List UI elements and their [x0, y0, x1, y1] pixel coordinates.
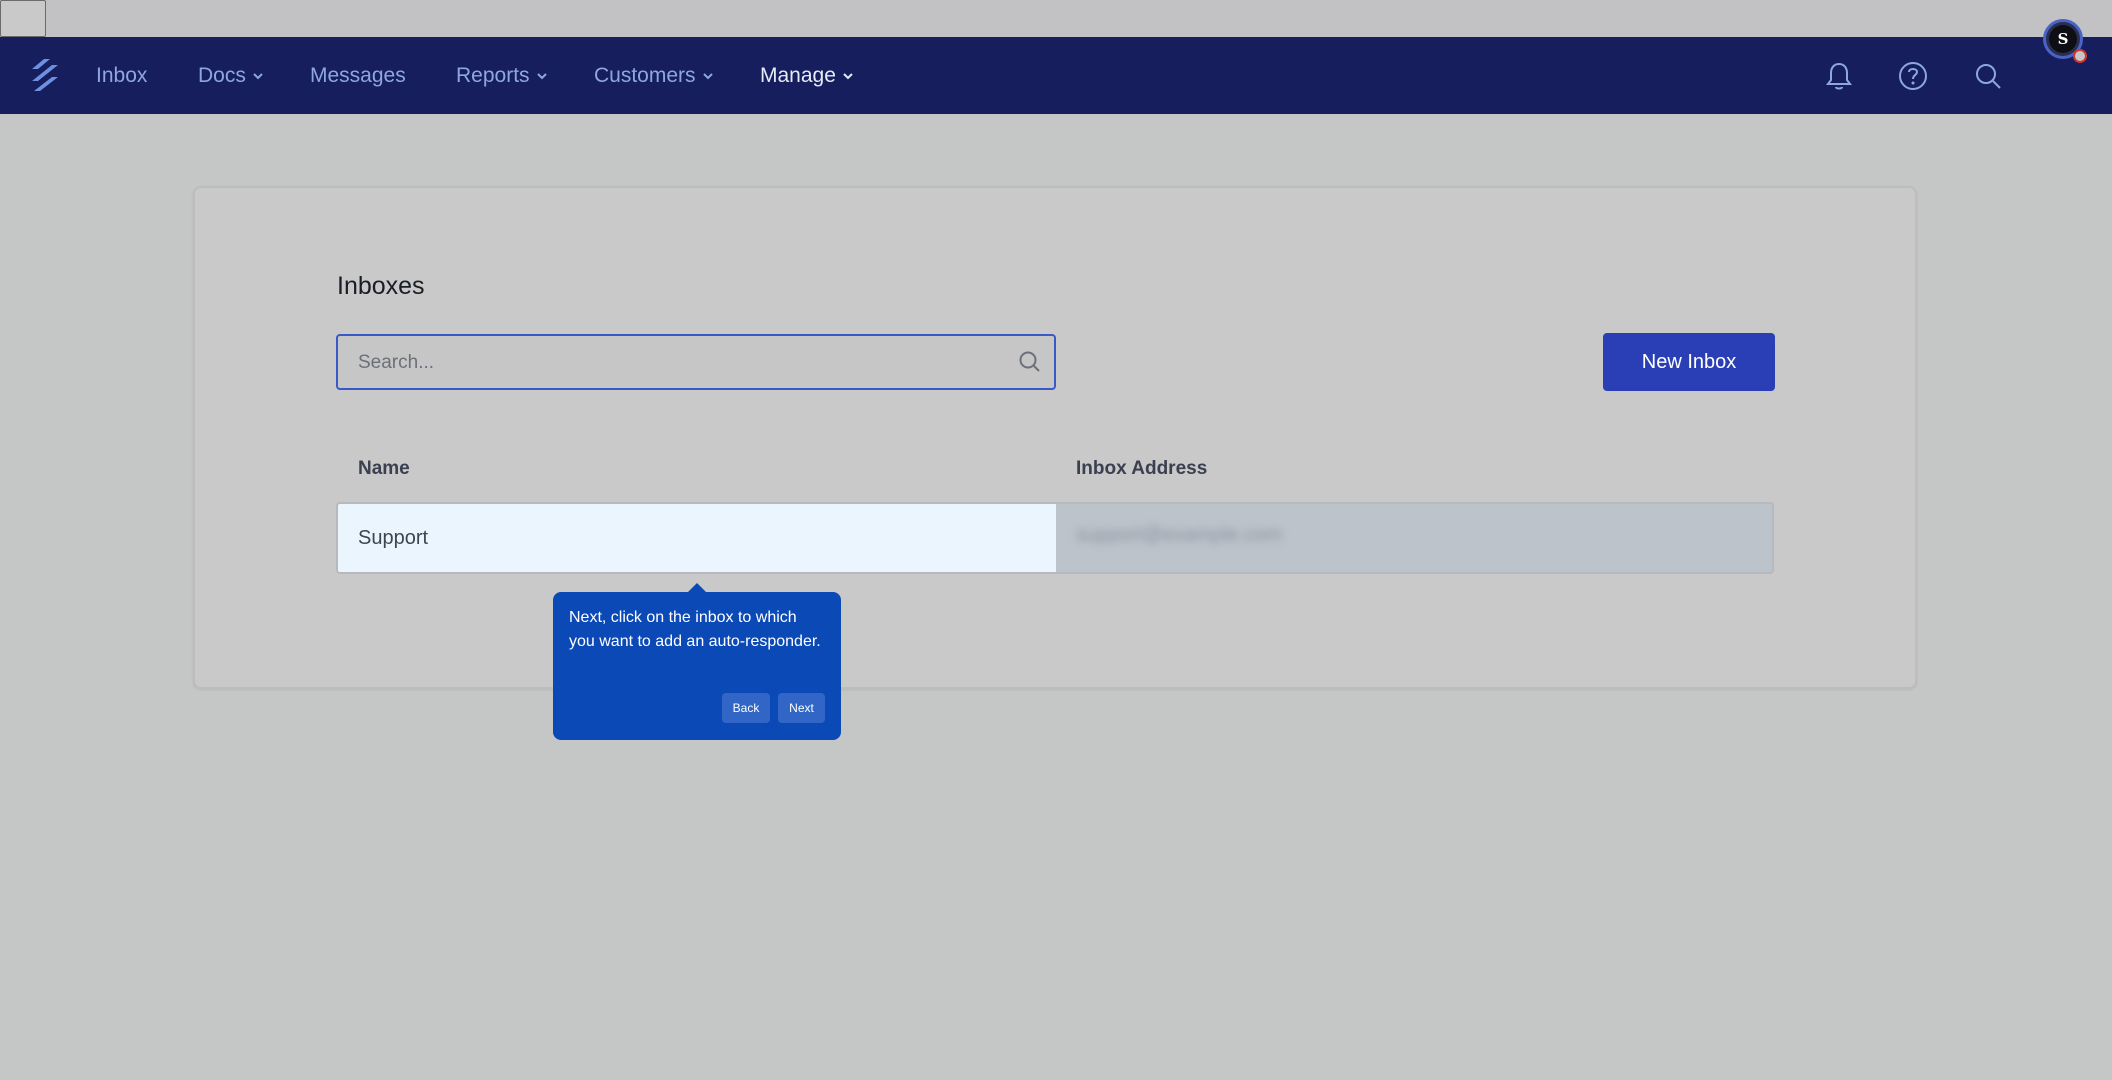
nav-item-label: Inbox	[96, 63, 148, 87]
nav-item-label: Docs	[198, 63, 246, 87]
avatar-initial: S	[2049, 25, 2077, 53]
search-box	[336, 334, 1056, 390]
inbox-name: Support	[358, 526, 429, 549]
chevron-down-icon	[253, 72, 263, 79]
nav-item-label: Customers	[594, 63, 696, 87]
app-logo-icon[interactable]	[28, 57, 60, 93]
nav-item-docs[interactable]: Docs	[198, 37, 264, 114]
guide-tooltip: Next, click on the inbox to which you wa…	[553, 592, 841, 740]
nav-item-reports[interactable]: Reports	[456, 37, 548, 114]
nav-item-customers[interactable]: Customers	[594, 37, 714, 114]
help-icon[interactable]	[1896, 59, 1930, 93]
tooltip-back-button[interactable]: Back	[722, 693, 770, 723]
inboxes-card	[193, 186, 1917, 689]
name-cell[interactable]: Support	[338, 504, 1056, 572]
search-icon	[1019, 351, 1040, 372]
chevron-down-icon	[536, 72, 547, 79]
tooltip-next-button[interactable]: Next	[778, 693, 825, 723]
search-input[interactable]	[338, 336, 1020, 390]
chevron-down-icon	[702, 72, 713, 79]
nav-item-label: Reports	[456, 63, 530, 87]
inbox-address: support@example.com	[1076, 524, 1282, 546]
column-header-name[interactable]: Name	[358, 458, 410, 480]
chevron-down-icon	[843, 72, 853, 79]
page-title: Inboxes	[337, 272, 425, 300]
top-navbar: Inbox Docs Messages Reports Customers Ma…	[0, 37, 2112, 114]
bell-icon[interactable]	[1822, 59, 1856, 93]
top-left-box[interactable]	[0, 0, 46, 37]
browser-top-strip	[0, 0, 2112, 37]
column-header-inbox-address[interactable]: Inbox Address	[1076, 458, 1207, 480]
search-icon[interactable]	[1971, 59, 2005, 93]
nav-item-messages[interactable]: Messages	[310, 37, 406, 114]
status-indicator	[2073, 49, 2087, 63]
nav-item-label: Messages	[310, 63, 406, 87]
table-row[interactable]: Support support@example.com	[336, 502, 1774, 574]
nav-item-label: Manage	[760, 63, 836, 87]
new-inbox-button[interactable]: New Inbox	[1603, 333, 1775, 391]
nav-item-manage[interactable]: Manage	[760, 37, 854, 114]
nav-item-inbox[interactable]: Inbox	[96, 37, 147, 114]
tooltip-text: Next, click on the inbox to which you wa…	[569, 609, 821, 650]
